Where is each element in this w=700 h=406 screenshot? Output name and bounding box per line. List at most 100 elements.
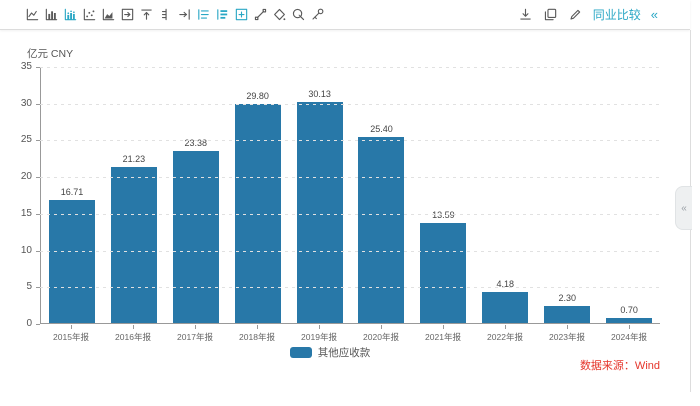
edit-icon[interactable]: [568, 7, 583, 22]
bar-value-label: 29.80: [227, 91, 289, 101]
y-axis-label: 0: [0, 318, 32, 330]
x-axis-label: 2017年报: [164, 331, 226, 343]
bar-band: 2.30: [536, 67, 598, 323]
x-axis-label: 2022年报: [474, 331, 536, 343]
y-axis-tick: [36, 177, 40, 178]
bar-value-label: 13.59: [412, 210, 474, 220]
bar-band: 30.13: [289, 67, 351, 323]
add-box-icon[interactable]: [234, 7, 249, 22]
copy-icon[interactable]: [543, 7, 558, 22]
axis-marks-icon[interactable]: [158, 7, 173, 22]
gridline: [40, 67, 660, 68]
x-axis-label: 2019年报: [288, 331, 350, 343]
x-axis-tick: [629, 325, 630, 329]
line-chart-icon[interactable]: [25, 7, 40, 22]
peer-comparison-link[interactable]: 同业比较: [593, 6, 641, 23]
chart-toolbar: 同业比较 «: [0, 0, 690, 30]
stock-chart-page: 同业比较 « 亿元 CNY 16.7121.2323.3829.8030.132…: [0, 0, 700, 406]
axis-unit-label: 亿元 CNY: [27, 46, 73, 61]
align-top-icon[interactable]: [139, 7, 154, 22]
chevron-left-double-icon: «: [681, 203, 687, 214]
bar-band: 16.71: [41, 67, 103, 323]
legend-list-icon[interactable]: [196, 7, 211, 22]
zoom-search-icon[interactable]: [291, 7, 306, 22]
move-right-icon[interactable]: [177, 7, 192, 22]
chart-bar[interactable]: [420, 223, 466, 323]
y-axis-label: 15: [0, 208, 32, 220]
bar-band: 21.23: [103, 67, 165, 323]
download-icon[interactable]: [518, 7, 533, 22]
x-axis-tick: [319, 325, 320, 329]
chart-bar[interactable]: [544, 306, 590, 323]
y-axis-tick: [36, 287, 40, 288]
y-axis-label: 5: [0, 281, 32, 293]
y-axis-label: 20: [0, 171, 32, 183]
scatter-chart-icon[interactable]: [82, 7, 97, 22]
legend-swatch: [290, 347, 312, 358]
gridline: [40, 140, 660, 141]
y-axis-tick: [36, 67, 40, 68]
y-axis-tick: [36, 140, 40, 141]
gridline: [40, 214, 660, 215]
chart-area: 亿元 CNY 16.71 21.2323.3829.8030.1325.40 13.…: [0, 30, 690, 406]
gridline: [40, 104, 660, 105]
y-axis-label: 10: [0, 245, 32, 257]
chart-bar[interactable]: [49, 200, 95, 323]
chart-bar[interactable]: [358, 137, 404, 324]
bar-band: 0.70: [598, 67, 660, 323]
y-axis-tick: [36, 324, 40, 325]
bar-value-label: 21.23: [103, 154, 165, 164]
area-chart-icon[interactable]: [101, 7, 116, 22]
chart-bar[interactable]: [482, 292, 528, 323]
toolbar-right-group: 同业比较 «: [518, 0, 658, 29]
y-axis-label: 35: [0, 61, 32, 73]
y-axis-label: 25: [0, 134, 32, 146]
bar-band: 4.18: [474, 67, 536, 323]
chart-bar[interactable]: [111, 167, 157, 323]
brush-tool-icon[interactable]: [310, 7, 325, 22]
chart-bar[interactable]: [606, 318, 652, 323]
y-axis-tick: [36, 251, 40, 252]
x-axis-tick: [71, 325, 72, 329]
x-axis-tick: [257, 325, 258, 329]
legend-list-bold-icon[interactable]: [215, 7, 230, 22]
x-axis-tick: [505, 325, 506, 329]
x-axis-label: 2024年报: [598, 331, 660, 343]
toolbar-left-icon-group: [25, 7, 325, 22]
chart-bar[interactable]: [297, 102, 343, 323]
x-axis-tick: [381, 325, 382, 329]
bar-value-label: 16.71: [41, 187, 103, 197]
x-axis-labels: 2015年报2016年报2017年报2018年报2019年报2020年报2021…: [40, 331, 660, 343]
x-axis-label: 2021年报: [412, 331, 474, 343]
gridline: [40, 287, 660, 288]
bar-value-label: 25.40: [351, 124, 413, 134]
y-axis-label: 30: [0, 98, 32, 110]
shift-right-icon[interactable]: [120, 7, 135, 22]
gridline: [40, 177, 660, 178]
x-axis-label: 2023年报: [536, 331, 598, 343]
column-chart-labeled-icon[interactable]: [63, 7, 78, 22]
x-axis-tick: [133, 325, 134, 329]
x-axis-label: 2018年报: [226, 331, 288, 343]
column-chart-icon[interactable]: [44, 7, 59, 22]
gridline: [40, 251, 660, 252]
x-axis-label: 2016年报: [102, 331, 164, 343]
trend-line-icon[interactable]: [253, 7, 268, 22]
x-axis-tick: [195, 325, 196, 329]
fill-style-icon[interactable]: [272, 7, 287, 22]
legend-label: 其他应收款: [318, 345, 371, 360]
bar-value-label: 2.30: [536, 293, 598, 303]
data-source-label: 数据来源：Wind: [580, 357, 660, 373]
x-axis-tick: [443, 325, 444, 329]
bar-band: 23.38: [165, 67, 227, 323]
bar-band: 13.59: [412, 67, 474, 323]
collapse-toolbar-icon[interactable]: «: [651, 7, 658, 22]
bar-band: 25.40: [351, 67, 413, 323]
bar-band: 29.80: [227, 67, 289, 323]
x-axis-tick: [567, 325, 568, 329]
y-axis-tick: [36, 104, 40, 105]
expand-right-panel-tab[interactable]: «: [675, 186, 692, 230]
y-axis-tick: [36, 214, 40, 215]
legend[interactable]: 其他应收款: [0, 345, 660, 360]
bar-value-label: 0.70: [598, 305, 660, 315]
